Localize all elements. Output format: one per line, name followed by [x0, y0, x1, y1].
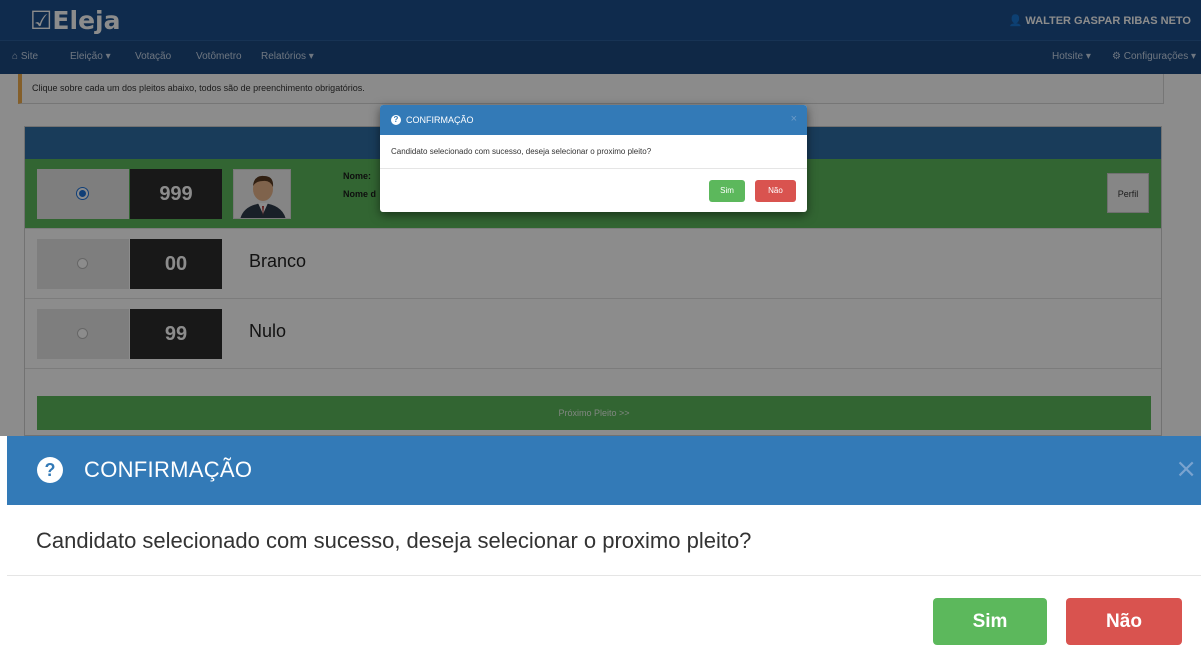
question-circle-icon: ? [37, 457, 63, 483]
mini-dialog-message: Candidato selecionado com sucesso, desej… [391, 147, 652, 156]
mini-no-button[interactable]: Não [755, 180, 796, 202]
question-circle-icon: ? [391, 115, 401, 125]
modal-backdrop [0, 0, 1201, 436]
close-icon[interactable]: × [1175, 454, 1197, 484]
mini-confirmation-dialog: ? CONFIRMAÇÃO × Candidato selecionado co… [380, 105, 807, 212]
mini-dialog-header: ? CONFIRMAÇÃO × [380, 105, 807, 135]
confirmation-dialog: ? CONFIRMAÇÃO × Candidato selecionado co… [0, 436, 1201, 657]
dialog-divider [7, 575, 1201, 576]
yes-button[interactable]: Sim [933, 598, 1047, 645]
mini-yes-button[interactable]: Sim [709, 180, 745, 202]
dialog-message: Candidato selecionado com sucesso, desej… [36, 528, 752, 553]
page-screenshot: ☑Eleja 👤 WALTER GASPAR RIBAS NETO ⌂ Site… [0, 0, 1201, 436]
no-button[interactable]: Não [1066, 598, 1182, 645]
mini-dialog-title: CONFIRMAÇÃO [406, 115, 474, 125]
dialog-title: CONFIRMAÇÃO [84, 457, 253, 482]
close-icon[interactable]: × [791, 113, 797, 125]
mini-dialog-body: Candidato selecionado com sucesso, desej… [380, 135, 807, 169]
dialog-header: ? CONFIRMAÇÃO × [7, 436, 1201, 505]
